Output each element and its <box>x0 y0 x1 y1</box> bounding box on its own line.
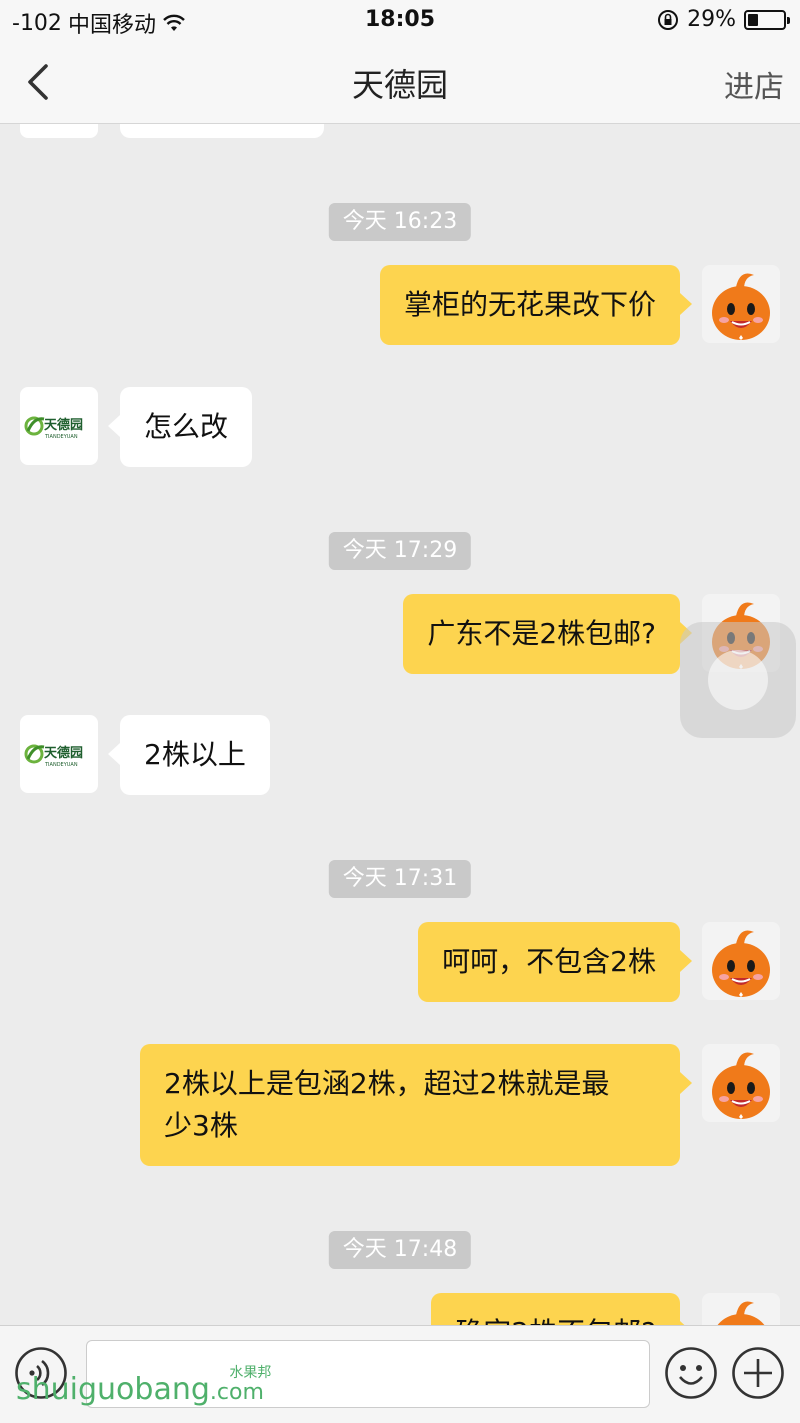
my-avatar[interactable] <box>702 922 780 1000</box>
status-bar: -102 中国移动 18:05 29% <box>0 0 800 40</box>
svg-text:天德园: 天德园 <box>44 745 83 761</box>
svg-text:天德园: 天德园 <box>44 417 83 433</box>
nav-bar: 天德园 进店 <box>0 40 800 124</box>
mascot-avatar-icon <box>712 930 770 997</box>
message-text: 确定2株不包邮? <box>455 1316 656 1325</box>
shop-avatar[interactable]: 天德园 TIANDEYUAN <box>20 715 98 793</box>
shop-avatar-partial <box>20 124 98 138</box>
assistive-touch-ring <box>708 650 768 710</box>
message-text: 掌柜的无花果改下价 <box>403 288 656 321</box>
my-avatar[interactable] <box>702 1044 780 1122</box>
svg-text:TIANDEYUAN: TIANDEYUAN <box>44 434 78 440</box>
my-avatar[interactable] <box>702 265 780 343</box>
battery-nub <box>787 16 790 24</box>
timestamp: 今天 17:31 <box>328 860 472 898</box>
watermark-domain: .com <box>209 1380 264 1405</box>
message-text-line: 少3株 <box>164 1109 238 1142</box>
mascot-avatar-icon <box>717 1301 765 1325</box>
watermark-text: shuiguobang <box>16 1372 210 1407</box>
message-bubble-mine[interactable]: 确定2株不包邮? <box>431 1293 692 1325</box>
svg-text:TIANDEYUAN: TIANDEYUAN <box>44 762 78 768</box>
message-text: 2株以上 <box>144 738 246 771</box>
mascot-avatar-icon <box>712 1052 770 1119</box>
rotation-lock-icon <box>658 9 679 30</box>
message-bubble-mine[interactable]: 广东不是2株包邮? <box>403 594 692 674</box>
assistive-touch-button[interactable] <box>680 622 796 738</box>
status-right: 29% <box>657 7 790 32</box>
message-text: 广东不是2株包邮? <box>427 617 656 650</box>
more-options-plus-icon[interactable] <box>731 1346 785 1400</box>
chat-title: 天德园 <box>351 66 448 104</box>
battery-percent: 29% <box>687 7 736 32</box>
message-bubble-partial <box>120 124 324 138</box>
enter-shop-button[interactable]: 进店 <box>724 62 784 106</box>
message-text: 怎么改 <box>144 410 229 443</box>
chat-area[interactable]: 今天 16:23 掌柜的无花果改下价 天德园 TIANDEYUAN 怎么改 今天… <box>0 124 800 1325</box>
timestamp: 今天 17:29 <box>328 532 472 570</box>
battery-fill <box>748 13 758 26</box>
tiandeyuan-logo: 天德园 TIANDEYUAN <box>24 744 83 768</box>
timestamp: 今天 16:23 <box>328 203 472 241</box>
my-avatar[interactable] <box>702 1293 780 1325</box>
timestamp: 今天 17:48 <box>328 1231 472 1269</box>
watermark-cn: 水果邦 <box>229 1365 272 1381</box>
message-bubble-theirs[interactable]: 怎么改 <box>107 387 253 467</box>
message-bubble-mine[interactable]: 掌柜的无花果改下价 <box>379 265 693 345</box>
mascot-avatar-icon <box>712 273 770 340</box>
tiandeyuan-logo: 天德园 TIANDEYUAN <box>24 416 83 440</box>
battery-icon <box>744 9 790 30</box>
message-bubble-theirs[interactable]: 2株以上 <box>108 715 270 795</box>
shop-avatar[interactable]: 天德园 TIANDEYUAN <box>20 387 98 465</box>
emoji-icon[interactable] <box>664 1346 718 1400</box>
message-text-line: 2株以上是包涵2株，超过2株就是最 <box>164 1067 610 1100</box>
watermark: shuiguobang.com 水果邦 <box>16 1365 315 1407</box>
message-bubble-mine[interactable]: 呵呵，不包含2株 <box>418 922 692 1002</box>
message-bubble-mine[interactable]: 2株以上是包涵2株，超过2株就是最 少3株 <box>140 1044 692 1166</box>
message-text: 呵呵，不包含2株 <box>442 945 656 978</box>
